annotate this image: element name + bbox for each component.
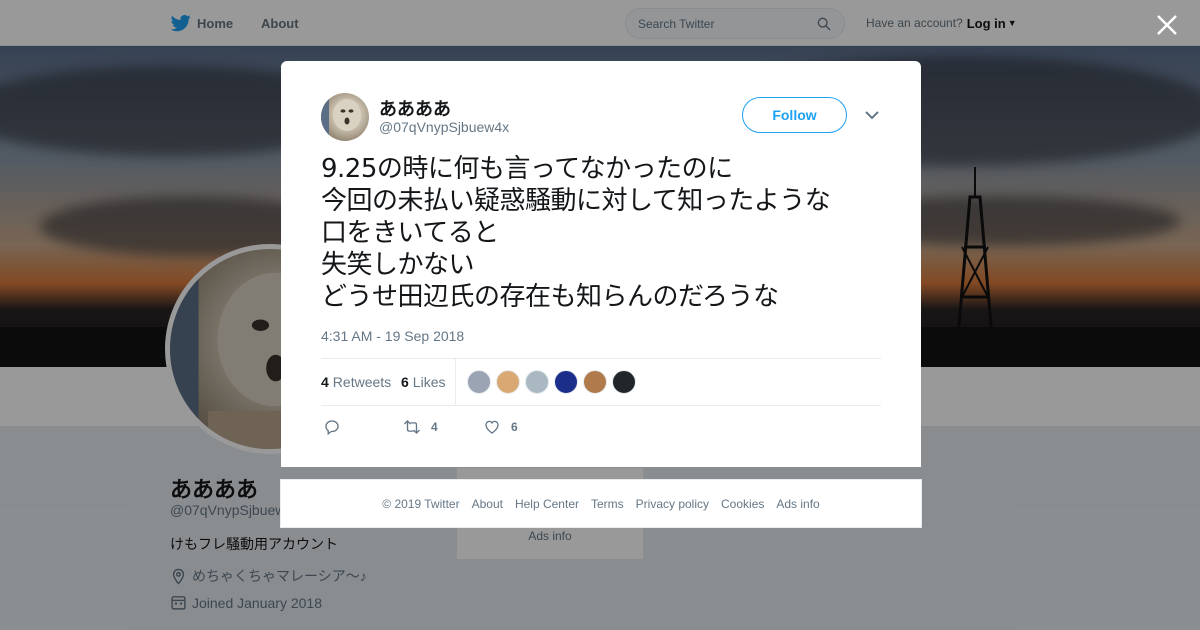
follow-button[interactable]: Follow	[742, 97, 847, 133]
tweet-text-line: 失笑しかない	[321, 250, 475, 280]
retweet-icon	[404, 420, 420, 434]
liker-avatar[interactable]	[525, 370, 549, 394]
tweet-text-line: 口をきいてると	[321, 218, 499, 248]
likes-count: 6	[401, 374, 409, 390]
retweet-action-count: 4	[431, 420, 438, 434]
tweet-author-name[interactable]: ああああ	[379, 95, 451, 121]
likes-label: Likes	[412, 374, 446, 390]
tweet-text: 9.25の時に何も言ってなかったのに 今回の未払い疑惑騒動に対して知ったような …	[321, 153, 891, 313]
heart-icon	[485, 420, 499, 434]
likes-stat[interactable]: 6 Likes	[401, 359, 445, 405]
tweet-text-line: 今回の未払い疑惑騒動に対して知ったような	[321, 186, 831, 216]
like-action-count: 6	[511, 420, 518, 434]
liker-avatar[interactable]	[554, 370, 578, 394]
liker-avatar[interactable]	[496, 370, 520, 394]
liker-avatar[interactable]	[467, 370, 491, 394]
close-icon[interactable]	[1154, 12, 1180, 38]
stats-divider	[455, 359, 456, 405]
footer-link[interactable]: Help Center	[515, 497, 579, 511]
tweet-text-line: 9.25の時に何も言ってなかったのに	[321, 154, 733, 184]
retweets-count: 4	[321, 374, 329, 390]
footer-link[interactable]: About	[472, 497, 503, 511]
reply-icon	[325, 420, 339, 436]
footer-link[interactable]: Ads info	[776, 497, 819, 511]
tweet-text-line: どうせ田辺氏の存在も知らんのだろうな	[321, 282, 779, 312]
chevron-down-icon[interactable]	[864, 108, 880, 122]
liker-avatar[interactable]	[583, 370, 607, 394]
tweet-modal: ああああ @07qVnypSjbuew4x Follow 9.25の時に何も言っ…	[281, 61, 921, 467]
footer-link[interactable]: Cookies	[721, 497, 764, 511]
tweet-stats: 4 Retweets 6 Likes	[321, 358, 881, 406]
retweet-button[interactable]: 4	[403, 416, 438, 438]
footer-link[interactable]: Privacy policy	[636, 497, 709, 511]
reply-button[interactable]	[323, 416, 351, 438]
footer-link[interactable]: © 2019 Twitter	[382, 497, 459, 511]
tweet-author-avatar[interactable]	[321, 93, 369, 141]
retweets-stat[interactable]: 4 Retweets	[321, 359, 391, 405]
liker-avatar[interactable]	[612, 370, 636, 394]
tweet-actions: 4 6	[321, 416, 621, 438]
tweet-author-handle[interactable]: @07qVnypSjbuew4x	[379, 119, 509, 135]
liker-avatars	[467, 370, 641, 394]
modal-footer-links: © 2019 Twitter About Help Center Terms Priva…	[280, 479, 922, 528]
tweet-timestamp[interactable]: 4:31 AM - 19 Sep 2018	[321, 328, 464, 344]
footer-link[interactable]: Terms	[591, 497, 624, 511]
retweets-label: Retweets	[332, 374, 392, 390]
like-button[interactable]: 6	[483, 416, 518, 438]
